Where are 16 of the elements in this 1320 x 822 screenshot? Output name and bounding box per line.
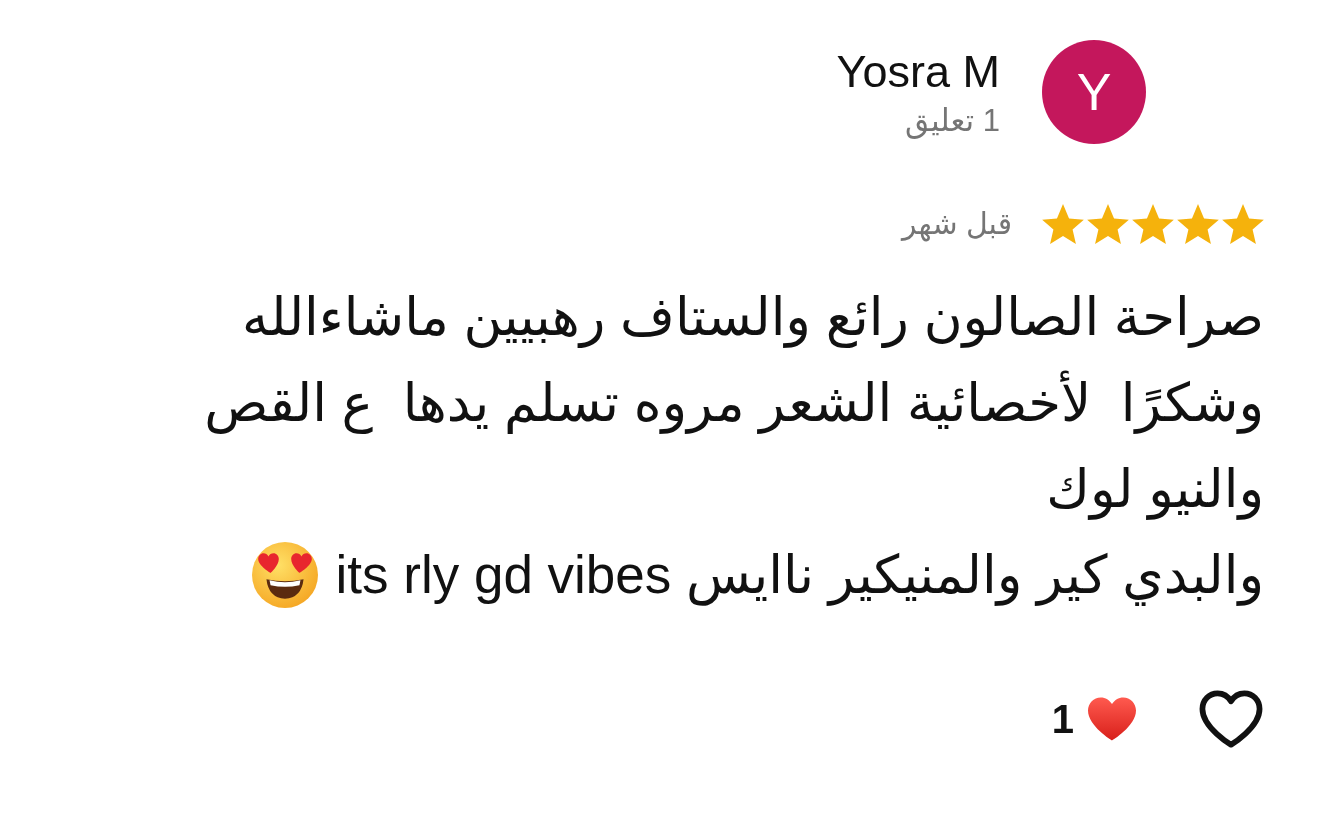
like-button[interactable] — [1198, 688, 1264, 750]
review-text: صراحة الصالون رائع والستاف رهبيين ماشاءالله وشكرًا لأخصائية الشعر مروه تسلم يدها ع القص والنيو لوك — [204, 286, 1264, 522]
review-time: قبل شهر — [902, 206, 1012, 243]
star-icon — [1087, 204, 1129, 244]
star-icon — [1042, 204, 1084, 244]
star-icon — [1132, 204, 1174, 244]
avatar: Y — [1042, 40, 1146, 144]
review-text: والبدي كير والمنيكير ناايس its rly gd vibes — [335, 544, 1264, 608]
heart-outline-icon — [1198, 689, 1264, 749]
star-icon — [1177, 204, 1219, 244]
heart-icon — [1088, 697, 1136, 741]
reaction-count: 1 — [1051, 699, 1074, 739]
reviewer-name: Yosra M — [836, 44, 1000, 99]
star-icon — [1222, 204, 1264, 244]
comment-count: 1 تعليق — [905, 101, 1000, 141]
heart-eyes-emoji-icon — [251, 542, 318, 608]
